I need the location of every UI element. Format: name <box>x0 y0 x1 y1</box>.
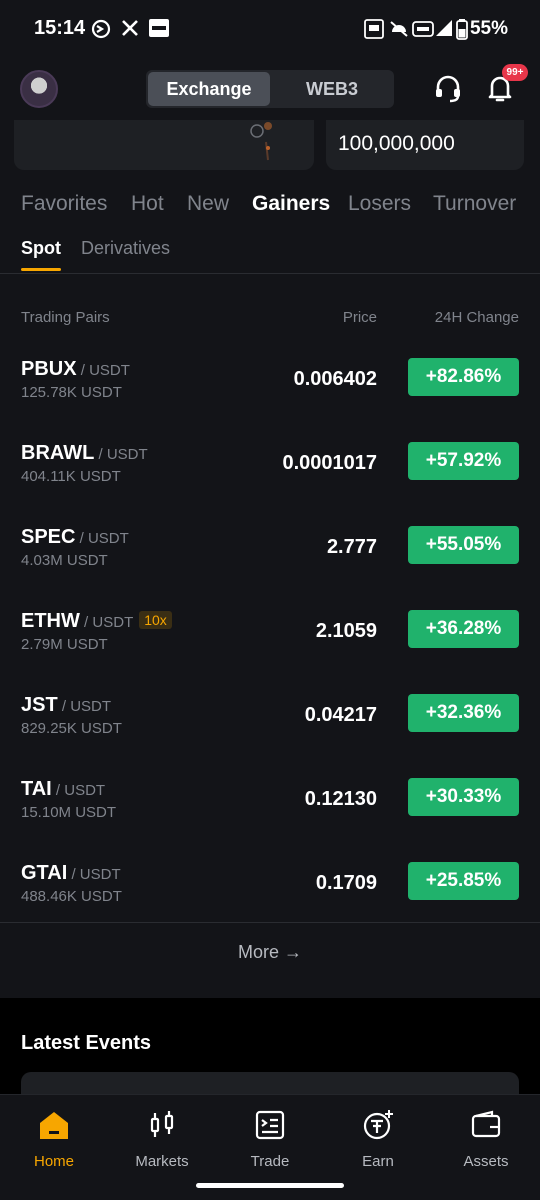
nav-label: Assets <box>463 1153 509 1170</box>
table-row[interactable]: ETHW / USDT 10x 2.79M USDT 2.1059 +36.28% <box>0 610 540 694</box>
pair-volume: 2.79M USDT <box>21 636 108 653</box>
trade-icon <box>252 1107 288 1143</box>
home-icon <box>36 1107 72 1143</box>
change-badge[interactable]: +82.86% <box>408 358 519 396</box>
promo-coin-image <box>246 122 276 162</box>
table-row[interactable]: JST / USDT 829.25K USDT 0.04217 +32.36% <box>0 694 540 778</box>
change-badge[interactable]: +32.36% <box>408 694 519 732</box>
table-row[interactable]: SPEC / USDT 4.03M USDT 2.777 +55.05% <box>0 526 540 610</box>
battery-icon <box>456 18 468 45</box>
divider <box>0 273 540 274</box>
column-header-price: Price <box>342 309 377 326</box>
stat-card-value: 100,000,000 <box>338 132 455 155</box>
tab-gainers[interactable]: Gainers <box>252 192 330 216</box>
stat-card[interactable]: 100,000,000 <box>326 120 524 170</box>
table-row[interactable]: PBUX / USDT 125.78K USDT 0.006402 +82.86… <box>0 358 540 442</box>
tab-losers[interactable]: Losers <box>348 192 411 216</box>
column-header-change: 24H Change <box>434 309 519 326</box>
pair-name: BRAWL / USDT <box>21 442 148 464</box>
nav-home[interactable]: Home <box>0 1105 108 1171</box>
volte-icon <box>412 18 434 45</box>
pair-name: GTAI / USDT <box>21 862 121 884</box>
subtab-derivatives[interactable]: Derivatives <box>81 238 170 259</box>
x-app-icon <box>120 18 140 43</box>
web3-tab[interactable]: WEB3 <box>272 72 392 106</box>
table-row[interactable]: GTAI / USDT 488.46K USDT 0.1709 +25.85% <box>0 862 540 946</box>
pair-price: 2.777 <box>326 536 377 558</box>
market-panel: 100,000,000 Favorites Hot New Gainers Lo… <box>0 120 540 998</box>
support-headset-icon[interactable] <box>432 72 464 104</box>
nav-assets[interactable]: Assets <box>432 1105 540 1171</box>
hd-voice-icon <box>364 18 384 45</box>
battery-percent: 55% <box>469 18 508 39</box>
pair-volume: 125.78K USDT <box>21 384 122 401</box>
tab-turnover[interactable]: Turnover <box>433 192 516 216</box>
pair-volume: 15.10M USDT <box>21 804 117 821</box>
status-bar: 15:14 55% <box>0 0 540 58</box>
column-header-pairs: Trading Pairs <box>21 309 110 326</box>
earn-icon <box>360 1107 396 1143</box>
latest-events-section: Latest Events <box>0 998 540 1112</box>
nav-markets[interactable]: Markets <box>108 1105 216 1171</box>
nav-trade[interactable]: Trade <box>216 1105 324 1171</box>
change-badge[interactable]: +55.05% <box>408 526 519 564</box>
nav-earn[interactable]: Earn <box>324 1105 432 1171</box>
gesture-home-indicator <box>196 1183 344 1188</box>
exchange-web3-switch: Exchange WEB3 <box>146 70 394 108</box>
markets-icon <box>144 1107 180 1143</box>
more-link[interactable]: More → <box>0 942 540 963</box>
notification-badge: 99+ <box>502 64 528 81</box>
status-time: 15:14 <box>34 17 86 39</box>
change-badge[interactable]: +25.85% <box>408 862 519 900</box>
tab-hot[interactable]: Hot <box>131 192 164 216</box>
pair-name: TAI / USDT <box>21 778 106 800</box>
avatar[interactable] <box>20 70 58 108</box>
change-badge[interactable]: +30.33% <box>408 778 519 816</box>
promo-card[interactable] <box>14 120 314 170</box>
subtab-spot[interactable]: Spot <box>21 238 61 259</box>
app-notification-icon <box>90 18 112 45</box>
market-category-tabs: Favorites Hot New Gainers Losers Turnove… <box>21 192 531 222</box>
table-row[interactable]: TAI / USDT 15.10M USDT 0.12130 +30.33% <box>0 778 540 862</box>
pair-price: 0.04217 <box>304 704 377 726</box>
leverage-badge: 10x <box>139 611 172 629</box>
bottom-navigation: Home Markets Trade Earn Assets <box>0 1094 540 1200</box>
pair-name: SPEC / USDT <box>21 526 129 548</box>
pair-price: 0.12130 <box>304 788 377 810</box>
bybit-app-icon <box>148 18 170 43</box>
do-not-disturb-icon <box>388 18 410 45</box>
pair-volume: 829.25K USDT <box>21 720 122 737</box>
app-header: Exchange WEB3 99+ <box>0 58 540 120</box>
table-row[interactable]: BRAWL / USDT 404.11K USDT 0.0001017 +57.… <box>0 442 540 526</box>
wallet-icon <box>468 1107 504 1143</box>
nav-label: Trade <box>250 1153 290 1170</box>
signal-icon <box>434 18 454 43</box>
tab-new[interactable]: New <box>187 192 229 216</box>
pair-price: 2.1059 <box>315 620 377 642</box>
pair-name: JST / USDT <box>21 694 112 716</box>
nav-label: Home <box>33 1153 74 1170</box>
pair-price: 0.006402 <box>293 368 377 390</box>
active-subtab-indicator <box>21 268 61 271</box>
pair-name: PBUX / USDT <box>21 358 130 380</box>
divider <box>0 922 540 923</box>
exchange-tab[interactable]: Exchange <box>148 72 270 106</box>
pair-volume: 4.03M USDT <box>21 552 108 569</box>
nav-label: Earn <box>362 1153 394 1170</box>
change-badge[interactable]: +57.92% <box>408 442 519 480</box>
pair-volume: 404.11K USDT <box>21 468 121 485</box>
pair-price: 0.0001017 <box>282 452 377 474</box>
change-badge[interactable]: +36.28% <box>408 610 519 648</box>
pair-name: ETHW / USDT 10x <box>21 610 172 633</box>
pair-price: 0.1709 <box>315 872 377 894</box>
pair-volume: 488.46K USDT <box>21 888 122 905</box>
tab-favorites[interactable]: Favorites <box>21 192 107 216</box>
section-title: Latest Events <box>21 1032 152 1054</box>
nav-label: Markets <box>135 1153 189 1170</box>
